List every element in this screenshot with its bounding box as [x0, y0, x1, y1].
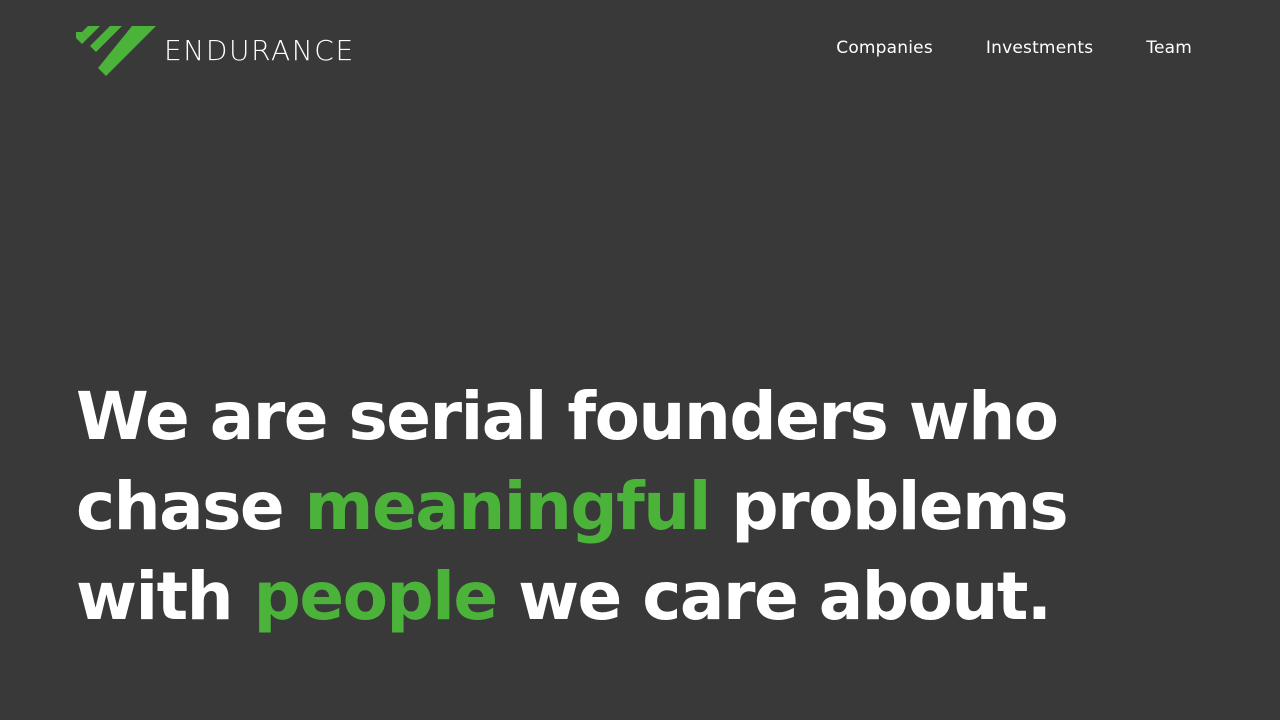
hero-line-2: chase meaningful problems — [76, 462, 1236, 552]
hero-line-2-end: problems — [709, 468, 1068, 545]
hero-highlight-people: people — [253, 558, 498, 635]
hero-line-1: We are serial founders who — [76, 378, 1059, 455]
brand-name: ENDURANCE — [164, 34, 355, 67]
hero-line-2-start: chase — [76, 468, 305, 545]
nav-item-investments[interactable]: Investments — [986, 36, 1093, 60]
hero-headline: We are serial founders who chase meaning… — [76, 372, 1236, 642]
page: ENDURANCE Companies Investments Team We … — [0, 0, 1280, 720]
nav-item-companies[interactable]: Companies — [836, 36, 933, 60]
hero-highlight-meaningful: meaningful — [304, 468, 712, 545]
hero-line-3: with people we care about. — [76, 552, 1236, 642]
main-nav: Companies Investments Team — [836, 36, 1192, 60]
hero-line-3-start: with — [76, 558, 254, 635]
hero-line-3-end: we care about. — [496, 558, 1052, 635]
endurance-stripes-icon — [76, 26, 156, 76]
nav-item-team[interactable]: Team — [1146, 36, 1192, 60]
home-logo-link[interactable]: ENDURANCE — [76, 26, 355, 76]
